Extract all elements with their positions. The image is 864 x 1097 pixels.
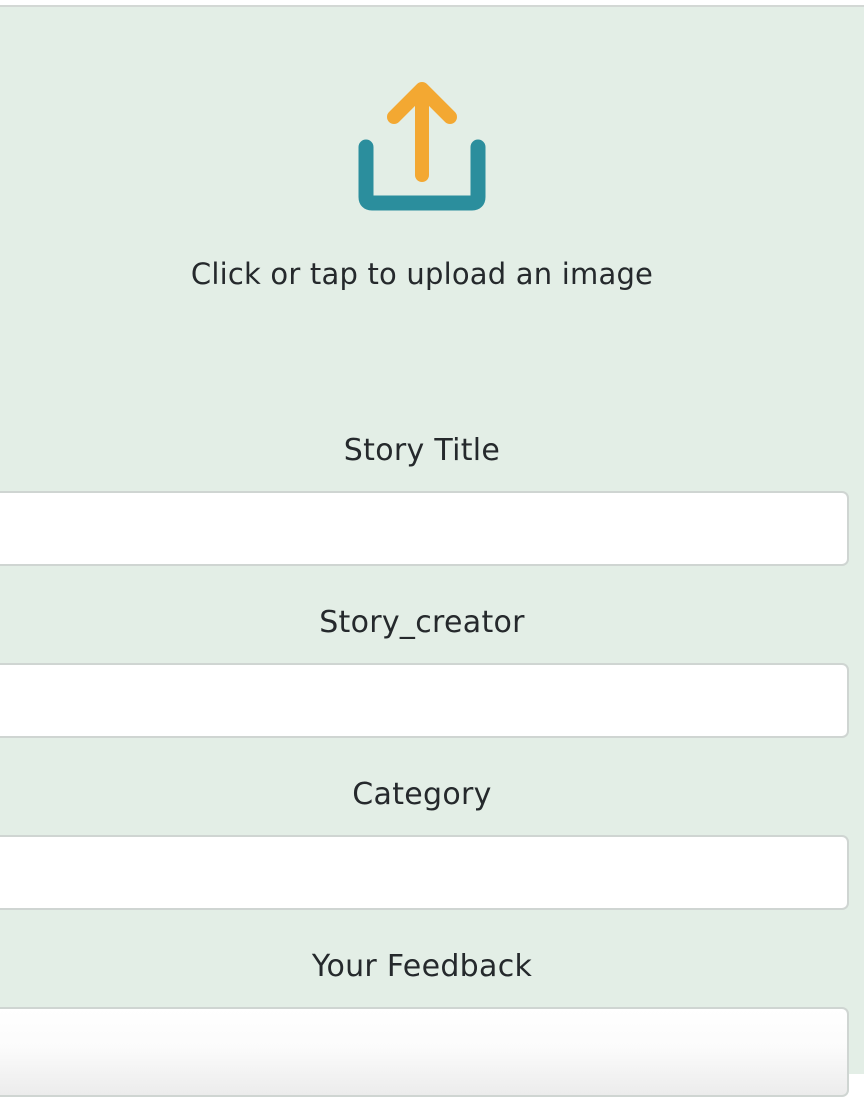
upload-icon: [358, 82, 486, 211]
feedback-label: Your Feedback: [311, 949, 533, 984]
story-creator-label: Story_creator: [319, 605, 525, 640]
category-input[interactable]: [0, 835, 849, 910]
story-form-panel: Click or tap to upload an image Story Ti…: [0, 5, 864, 1097]
feedback-textarea[interactable]: [0, 1007, 849, 1097]
category-label: Category: [352, 777, 492, 812]
story-title-input[interactable]: [0, 491, 849, 566]
story-title-label: Story Title: [343, 433, 501, 468]
upload-instruction-text: Click or tap to upload an image: [190, 257, 654, 291]
image-upload-zone[interactable]: Click or tap to upload an image: [0, 7, 844, 367]
story-creator-input[interactable]: [0, 663, 849, 738]
